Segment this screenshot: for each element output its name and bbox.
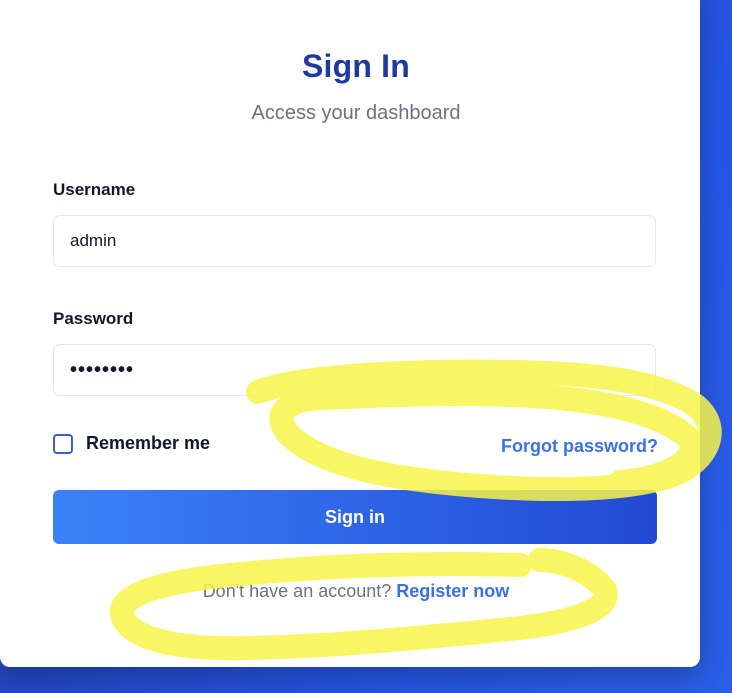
username-value: admin bbox=[70, 231, 117, 250]
forgot-password-link[interactable]: Forgot password? bbox=[501, 436, 658, 457]
password-field[interactable]: •••••••• bbox=[53, 344, 656, 396]
page-subtitle: Access your dashboard bbox=[251, 102, 461, 124]
password-value: •••••••• bbox=[70, 358, 135, 381]
login-card: Sign In Access your dashboard Username a… bbox=[0, 0, 700, 667]
password-label: Password bbox=[53, 309, 134, 328]
remember-me-label: Remember me bbox=[86, 433, 211, 453]
username-label: Username bbox=[53, 180, 136, 199]
register-prompt: Don't have an account? Register now bbox=[0, 581, 712, 602]
register-link[interactable]: Register now bbox=[396, 581, 509, 601]
remember-me-checkbox[interactable] bbox=[53, 433, 73, 454]
remember-me-toggle[interactable]: Remember me bbox=[53, 433, 210, 454]
username-field[interactable]: admin bbox=[53, 215, 656, 267]
register-prompt-text: Don't have an account? bbox=[202, 581, 397, 601]
page-title: Sign In bbox=[301, 48, 411, 84]
sign-in-button[interactable]: Sign in bbox=[53, 490, 657, 544]
